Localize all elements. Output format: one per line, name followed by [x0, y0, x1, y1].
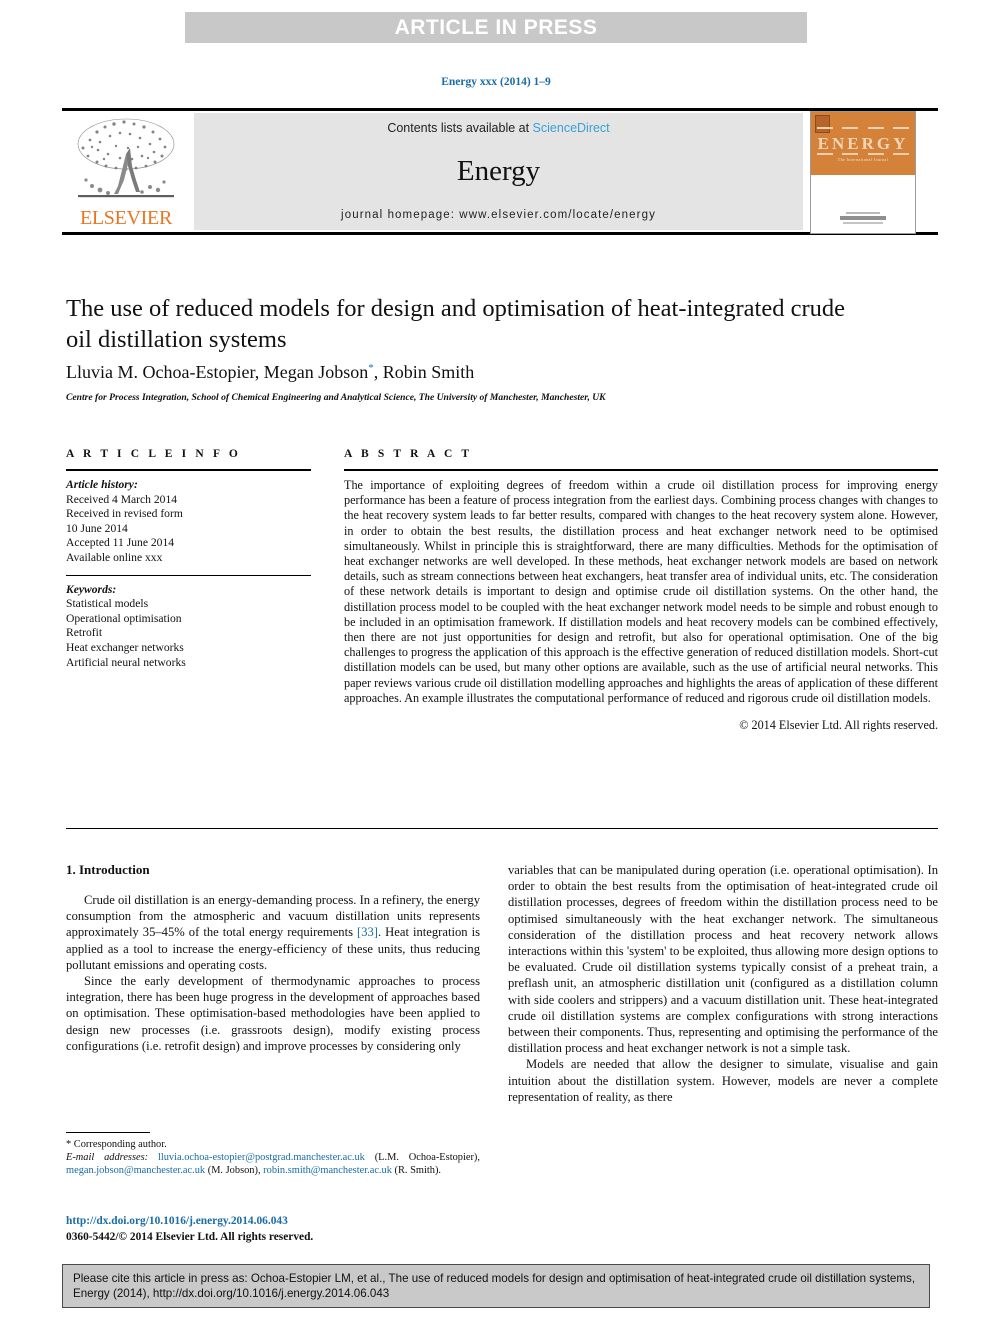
cover-footer-marks — [811, 212, 915, 224]
authors-before-star: Lluvia M. Ochoa-Estopier, Megan Jobson — [66, 362, 369, 382]
author-affiliation: Centre for Process Integration, School o… — [66, 392, 606, 403]
section-heading-introduction: 1. Introduction — [66, 862, 150, 877]
cover-tiny-row-top — [817, 127, 909, 129]
cover-journal-title: ENERGY — [817, 134, 909, 153]
corresponding-author-note: * Corresponding author. — [66, 1139, 167, 1150]
intro-paragraph-4: Models are needed that allow the designe… — [508, 1057, 938, 1104]
email-addresses-line: E-mail addresses: lluvia.ochoa-estopier@… — [66, 1151, 480, 1177]
email-addresses-label: E-mail addresses: — [66, 1152, 149, 1163]
sciencedirect-link[interactable]: ScienceDirect — [533, 121, 610, 135]
journal-title: Energy — [456, 155, 541, 187]
keyword-item: Statistical models — [66, 597, 149, 611]
journal-reference-line: Energy xxx (2014) 1–9 — [441, 76, 551, 88]
article-history-label: Article history: — [66, 478, 138, 491]
article-in-press-label: ARTICLE IN PRESS — [394, 15, 598, 39]
abstract-rule-top — [344, 469, 938, 471]
email-name-1: (L.M. Ochoa-Estopier), — [374, 1152, 480, 1163]
keywords-block: Keywords: Statistical models Operational… — [66, 583, 311, 671]
keyword-item: Artificial neural networks — [66, 655, 186, 669]
article-info-column: A R T I C L E I N F O Article history: R… — [66, 448, 311, 670]
elsevier-logo: ELSEVIER — [62, 111, 190, 232]
article-history-block: Article history: Received 4 March 2014 R… — [66, 478, 311, 566]
abstract-text: The importance of exploiting degrees of … — [344, 478, 938, 705]
cover-tiny-row-bottom — [817, 153, 909, 155]
intro-paragraph-2: Since the early development of thermodyn… — [66, 974, 480, 1053]
contents-list-line: Contents lists available at ScienceDirec… — [194, 121, 803, 135]
body-column-right: variables that can be manipulated during… — [508, 862, 938, 1105]
keyword-item: Retrofit — [66, 626, 103, 640]
article-info-rule-mid — [66, 574, 311, 576]
article-in-press-banner: ARTICLE IN PRESS — [185, 12, 807, 43]
intro-paragraph-1: Crude oil distillation is an energy-dema… — [66, 892, 480, 973]
keyword-item: Operational optimisation — [66, 611, 182, 625]
masthead-grey-panel: Contents lists available at ScienceDirec… — [194, 113, 803, 230]
email-link-1[interactable]: lluvia.ochoa-estopier@postgrad.mancheste… — [158, 1152, 365, 1163]
article-info-heading: A R T I C L E I N F O — [66, 448, 241, 460]
article-info-rule-top — [66, 469, 311, 471]
body-column-left: 1. Introduction Crude oil distillation i… — [66, 862, 480, 1054]
history-item: Received in revised form — [66, 507, 183, 521]
keyword-item: Heat exchanger networks — [66, 640, 184, 654]
footnote-separator-rule — [66, 1132, 150, 1133]
cover-mini-logo-icon — [815, 115, 830, 133]
contents-prefix: Contents lists available at — [387, 121, 533, 135]
journal-masthead: ELSEVIER Contents lists available at Sci… — [62, 108, 938, 235]
cover-subtitle: The International Journal — [837, 157, 889, 162]
cite-this-article-text: Please cite this article in press as: Oc… — [73, 1272, 916, 1300]
elsevier-tree-icon — [77, 118, 175, 198]
abstract-block-bottom-rule — [66, 828, 938, 829]
footnote-block: * Corresponding author. E-mail addresses… — [66, 1138, 480, 1177]
authors-after-star: , Robin Smith — [373, 362, 475, 382]
page-title: The use of reduced models for design and… — [66, 295, 845, 353]
elsevier-wordmark: ELSEVIER — [79, 207, 173, 229]
journal-homepage-line[interactable]: journal homepage: www.elsevier.com/locat… — [194, 209, 803, 221]
journal-cover-thumbnail: ENERGY The International Journal — [810, 111, 916, 234]
history-item: Accepted 11 June 2014 — [66, 536, 175, 550]
abstract-copyright: © 2014 Elsevier Ltd. All rights reserved… — [739, 718, 938, 733]
email-link-2[interactable]: megan.jobson@manchester.ac.uk — [66, 1165, 205, 1176]
history-item: 10 June 2014 — [66, 521, 128, 535]
abstract-column: A B S T R A C T The importance of exploi… — [344, 448, 938, 733]
email-link-3[interactable]: robin.smith@manchester.ac.uk — [263, 1165, 392, 1176]
keywords-label: Keywords: — [66, 582, 117, 596]
author-list: Lluvia M. Ochoa-Estopier, Megan Jobson*,… — [66, 362, 886, 383]
email-name-3: (R. Smith). — [394, 1165, 442, 1176]
abstract-heading: A B S T R A C T — [344, 448, 473, 460]
doi-link[interactable]: http://dx.doi.org/10.1016/j.energy.2014.… — [66, 1215, 486, 1227]
issn-copyright-line: 0360-5442/© 2014 Elsevier Ltd. All right… — [66, 1231, 314, 1243]
history-item: Available online xxx — [66, 550, 163, 564]
history-item: Received 4 March 2014 — [66, 492, 178, 506]
email-name-2: (M. Jobson), — [207, 1165, 261, 1176]
cite-this-article-box: Please cite this article in press as: Oc… — [62, 1264, 930, 1308]
intro-paragraph-3: variables that can be manipulated during… — [508, 863, 938, 1056]
citation-ref-33[interactable]: [33] — [357, 925, 378, 939]
